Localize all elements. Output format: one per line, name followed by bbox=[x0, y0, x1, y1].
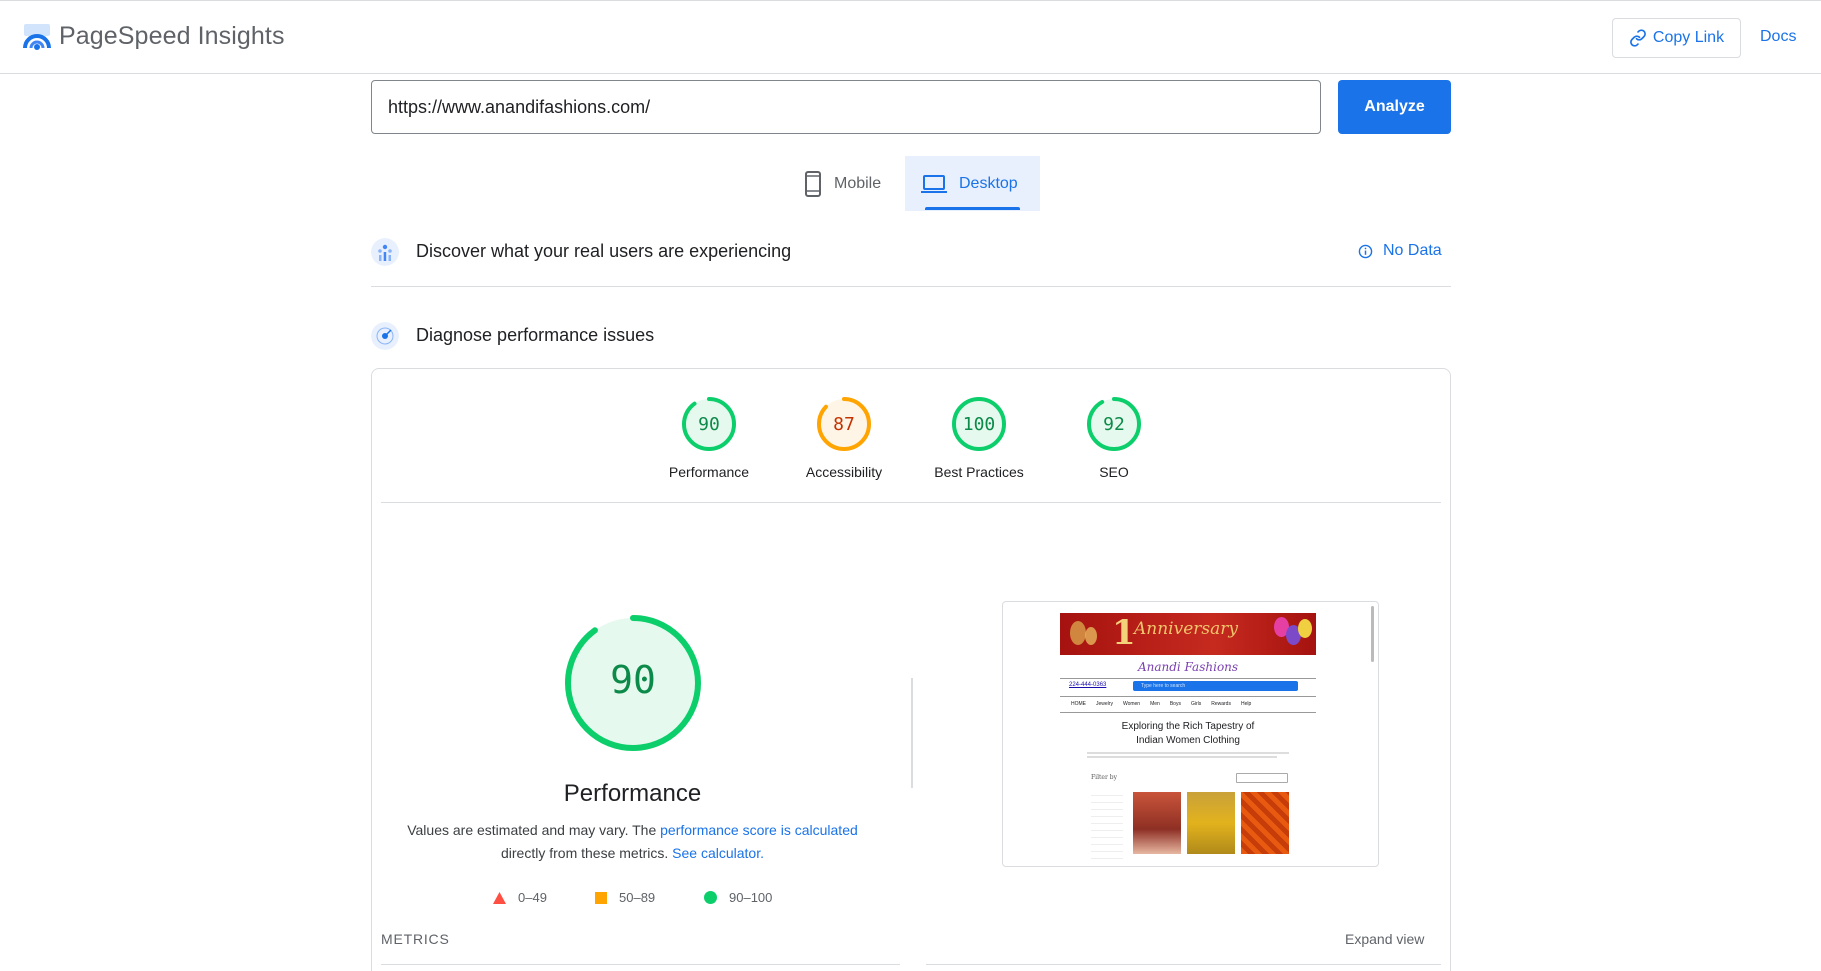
preview-nav-item: HOME bbox=[1071, 701, 1086, 707]
circle-icon bbox=[704, 891, 717, 904]
accessibility-score: 87 bbox=[833, 414, 855, 435]
pagespeed-logo-icon[interactable] bbox=[22, 23, 52, 53]
preview-product-1 bbox=[1133, 792, 1181, 854]
preview-product-3 bbox=[1241, 792, 1289, 854]
square-icon bbox=[595, 891, 607, 904]
field-data-title: Discover what your real users are experi… bbox=[416, 241, 792, 261]
legend-fail-range: 0–49 bbox=[518, 890, 547, 905]
preview-scrollbar bbox=[1371, 606, 1374, 662]
triangle-icon bbox=[493, 891, 506, 904]
legend-average-range: 50–89 bbox=[619, 890, 656, 905]
target-icon bbox=[371, 322, 399, 350]
preview-product-2 bbox=[1187, 792, 1235, 854]
preview-rule bbox=[1060, 678, 1316, 679]
top-bar: PageSpeed Insights Copy Link Docs bbox=[0, 0, 1821, 74]
performance-score: 90 bbox=[698, 414, 720, 435]
preview-banner: 1 Anniversary bbox=[1060, 613, 1316, 655]
preview-phone: 224-444-0363 bbox=[1069, 682, 1107, 688]
preview-headline-1: Exploring the Rich Tapestry of bbox=[1121, 721, 1255, 732]
preview-nav-item: Men bbox=[1150, 701, 1160, 707]
best-practices-label[interactable]: Best Practices bbox=[914, 464, 1044, 480]
brand-title[interactable]: PageSpeed Insights bbox=[59, 22, 285, 51]
info-icon bbox=[1358, 244, 1373, 258]
link-icon bbox=[1630, 29, 1646, 47]
seo-label[interactable]: SEO bbox=[1049, 464, 1179, 480]
tab-mobile-label: Mobile bbox=[834, 174, 882, 192]
note-text: Values are estimated and may vary. The bbox=[407, 822, 661, 838]
preview-nav-item: Women bbox=[1122, 701, 1141, 707]
preview-nav-item: Rewards bbox=[1211, 701, 1231, 707]
final-screenshot: 1 Anniversary Anandi Fashions 224-444-03… bbox=[1002, 601, 1379, 867]
laptop-icon bbox=[921, 174, 947, 193]
no-data-status[interactable]: No Data bbox=[1358, 242, 1442, 260]
preview-text-line bbox=[1087, 756, 1277, 758]
metrics-heading: METRICS bbox=[381, 931, 450, 947]
note-text: directly from these metrics. bbox=[501, 845, 673, 861]
analyze-button[interactable]: Analyze bbox=[1338, 80, 1451, 134]
tab-selected-indicator bbox=[925, 207, 1020, 210]
preview-rule-3 bbox=[1060, 712, 1316, 713]
preview-search: Type here to search bbox=[1133, 681, 1298, 691]
legend-pass-range: 90–100 bbox=[729, 890, 773, 905]
preview-rule-2 bbox=[1060, 696, 1316, 697]
tab-mobile[interactable]: Mobile bbox=[788, 156, 905, 211]
phone-icon bbox=[805, 170, 821, 197]
preview-headline-2: Indian Women Clothing bbox=[1136, 735, 1240, 746]
docs-link[interactable]: Docs bbox=[1760, 28, 1796, 46]
copy-link-button[interactable]: Copy Link bbox=[1612, 18, 1741, 58]
preview-nav-item: Help bbox=[1240, 701, 1252, 707]
score-note-line1: Values are estimated and may vary. The p… bbox=[400, 822, 865, 838]
url-input-value: https://www.anandifashions.com/ bbox=[388, 96, 651, 117]
preview-filter-list bbox=[1091, 795, 1123, 865]
performance-score-link[interactable]: performance score is calculated bbox=[660, 822, 858, 838]
copy-link-label: Copy Link bbox=[1652, 29, 1725, 46]
preview-nav-item: Jewelry bbox=[1096, 701, 1113, 707]
section-divider bbox=[371, 286, 1451, 287]
tab-desktop[interactable]: Desktop bbox=[905, 156, 1040, 211]
url-input[interactable]: https://www.anandifashions.com/ bbox=[371, 80, 1321, 134]
preview-nav-item: Girls bbox=[1190, 701, 1202, 707]
vertical-divider bbox=[911, 678, 913, 788]
score-note-line2: directly from these metrics. See calcula… bbox=[400, 845, 865, 861]
no-data-label: No Data bbox=[1383, 242, 1442, 259]
gauges-divider bbox=[381, 502, 1441, 503]
tab-desktop-label: Desktop bbox=[959, 174, 1018, 192]
users-chart-icon bbox=[371, 238, 399, 266]
legend-pass: 90–100 bbox=[704, 890, 772, 905]
performance-big-score: 90 bbox=[610, 658, 656, 702]
metrics-divider-left bbox=[381, 964, 900, 965]
see-calculator-link[interactable]: See calculator. bbox=[672, 845, 764, 861]
metrics-divider-right bbox=[926, 964, 1441, 965]
lab-data-title: Diagnose performance issues bbox=[416, 325, 655, 345]
expand-view-button[interactable]: Expand view bbox=[1345, 931, 1424, 947]
preview-text-line bbox=[1087, 752, 1289, 754]
accessibility-label[interactable]: Accessibility bbox=[779, 464, 909, 480]
best-practices-score: 100 bbox=[962, 414, 996, 435]
preview-sort-select bbox=[1236, 773, 1288, 783]
legend-average: 50–89 bbox=[595, 890, 655, 905]
performance-label[interactable]: Performance bbox=[644, 464, 774, 480]
preview-logo: Anandi Fashions bbox=[1137, 660, 1239, 674]
preview-nav: HOME Jewelry Women Men Boys Girls Reward… bbox=[1071, 701, 1251, 707]
seo-score: 92 bbox=[1103, 414, 1125, 435]
preview-nav-item: Boys bbox=[1169, 701, 1181, 707]
legend-fail: 0–49 bbox=[493, 890, 547, 905]
preview-filter-label: Filter by bbox=[1091, 774, 1117, 781]
performance-big-title: Performance bbox=[563, 780, 702, 807]
